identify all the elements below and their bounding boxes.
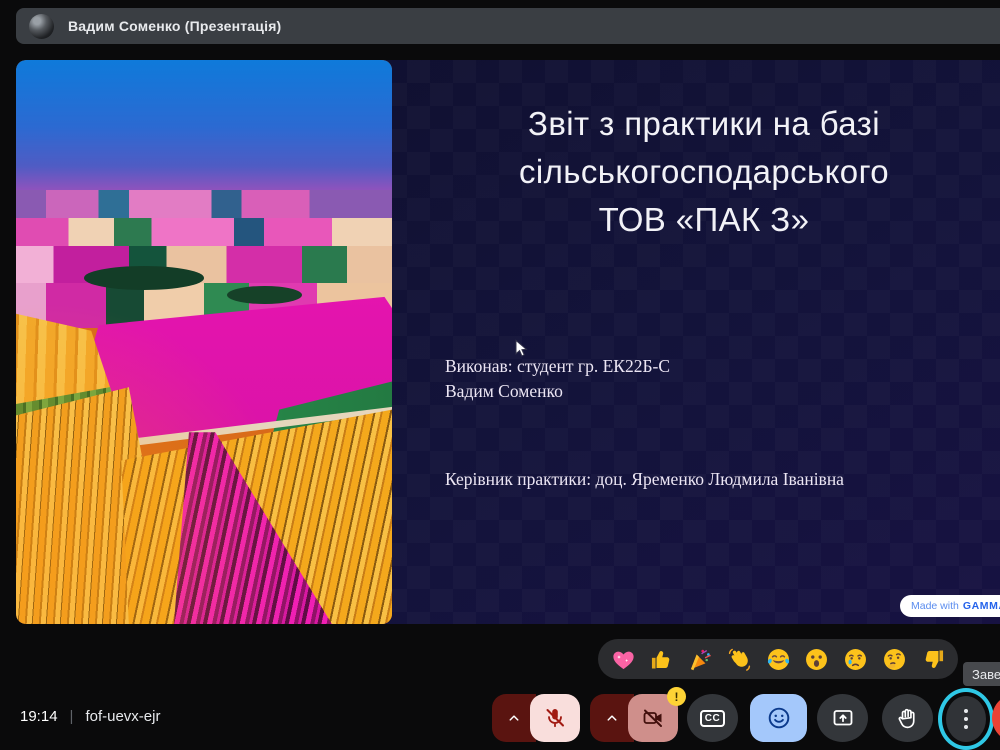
slide-title: Звіт з практики на базі сільськогосподар… [392,100,1000,244]
reaction-sparkling-heart-icon[interactable] [609,645,637,673]
reaction-astonished-face-icon[interactable] [803,645,831,673]
reaction-waving-hand-icon[interactable] [725,645,753,673]
presenter-name: Вадим Соменко (Презентація) [68,18,281,34]
end-call-button[interactable] [992,694,1000,742]
present-screen-button[interactable] [817,694,868,742]
camera-alert-badge: ! [667,687,686,706]
reactions-bar [598,639,958,679]
meeting-code: fof-uevx-ejr [85,708,160,725]
closed-captions-icon: CC [700,710,725,727]
raised-hand-icon [895,706,920,731]
camera-control-group: ! [590,694,678,742]
vertical-three-dots-icon [946,696,986,742]
captions-button[interactable]: CC [687,694,738,742]
google-meet-window: { "top_bar": { "presenter_name": "Вадим … [0,0,1000,750]
gamma-brand-logo: GAMMA [963,600,1000,612]
reaction-party-popper-icon[interactable] [687,645,715,673]
presenter-avatar [29,14,54,39]
reaction-face-with-tears-of-joy-icon[interactable] [764,645,792,673]
raise-hand-button[interactable] [882,694,933,742]
presenter-bar: Вадим Соменко (Презентація) [16,8,1000,44]
slide-supervisor-line: Керівник практики: доц. Яременко Людмила… [445,469,844,490]
mic-off-icon [543,706,567,730]
reaction-thumbs-down-icon[interactable] [919,645,947,673]
slide-author-block: Виконав: студент гр. ЕК22Б-С Вадим Сомен… [445,354,670,404]
end-call-tooltip: Завер [963,662,1000,686]
status-separator: | [70,708,74,725]
reaction-thumbs-up-icon[interactable] [648,645,676,673]
slide-author-line-2: Вадим Соменко [445,379,670,404]
reaction-thinking-face-icon[interactable] [880,645,908,673]
mic-control-group [492,694,580,742]
gamma-badge-prefix: Made with [911,600,959,612]
present-screen-icon [831,706,855,730]
slide-field-photo [16,60,392,624]
reactions-toggle-button[interactable] [750,694,807,742]
slide-author-line-1: Виконав: студент гр. ЕК22Б-С [445,354,670,379]
mic-mute-toggle-button[interactable] [530,694,580,742]
more-options-button[interactable] [938,688,994,750]
reaction-crying-face-icon[interactable] [842,645,870,673]
mouse-cursor-icon [514,339,528,358]
slide-title-line-3: ТОВ «ПАК З» [392,196,1000,244]
slide-title-line-1: Звіт з практики на базі [392,100,1000,148]
smiley-face-icon [766,705,792,731]
made-with-gamma-badge: Made with GAMMA [900,595,1000,617]
camera-off-icon [641,706,665,730]
chevron-up-icon [505,709,523,727]
meeting-status-bar: 19:14 | fof-uevx-ejr [20,708,160,725]
chevron-up-icon [603,709,621,727]
shared-presentation-slide: Звіт з практики на базі сільськогосподар… [16,60,1000,624]
clock-time: 19:14 [20,708,58,725]
camera-mute-toggle-button[interactable]: ! [628,694,678,742]
slide-title-line-2: сільськогосподарського [392,148,1000,196]
